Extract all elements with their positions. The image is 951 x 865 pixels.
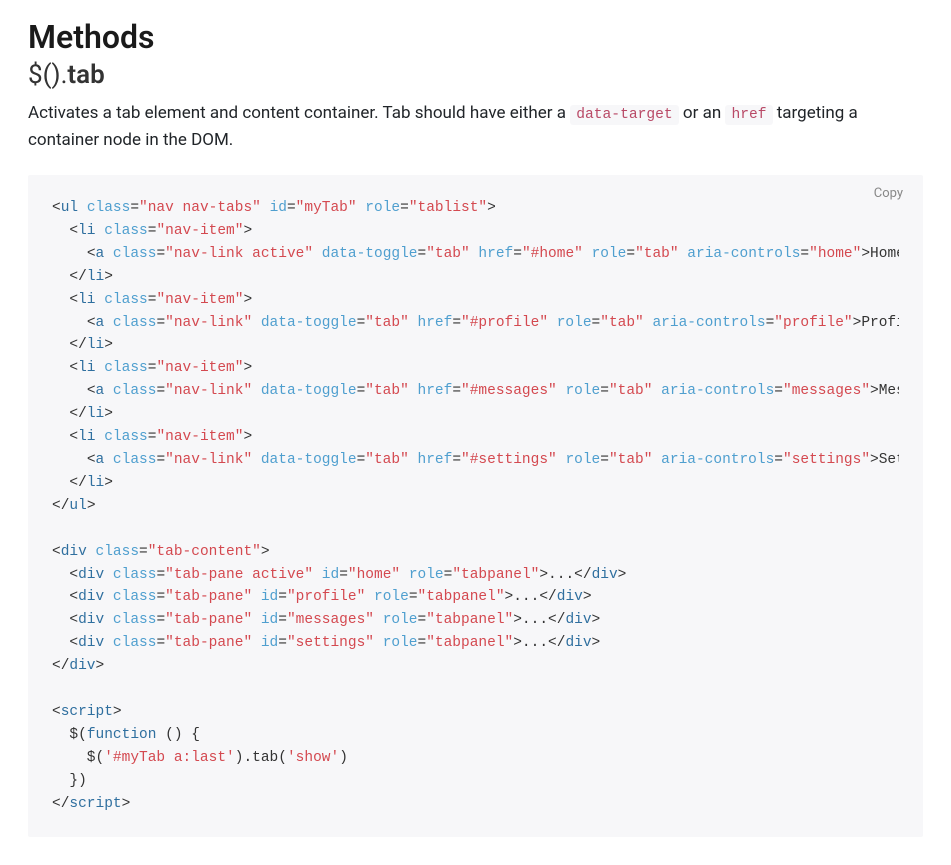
code-pre[interactable]: <ul class="nav nav-tabs" id="myTab" role…: [52, 197, 899, 825]
inline-code: href: [725, 105, 772, 125]
copy-button[interactable]: Copy: [868, 185, 909, 202]
api-method: tab: [67, 60, 104, 90]
code-example: Copy <ul class="nav nav-tabs" id="myTab"…: [28, 175, 923, 837]
inline-code: data-target: [570, 105, 678, 125]
api-prefix: $().: [28, 60, 67, 90]
desc-text: Activates a tab element and content cont…: [28, 103, 570, 123]
section-heading: Methods: [28, 18, 923, 56]
description: Activates a tab element and content cont…: [28, 100, 923, 153]
desc-text: or an: [679, 103, 726, 123]
api-signature: $().tab: [28, 60, 923, 90]
